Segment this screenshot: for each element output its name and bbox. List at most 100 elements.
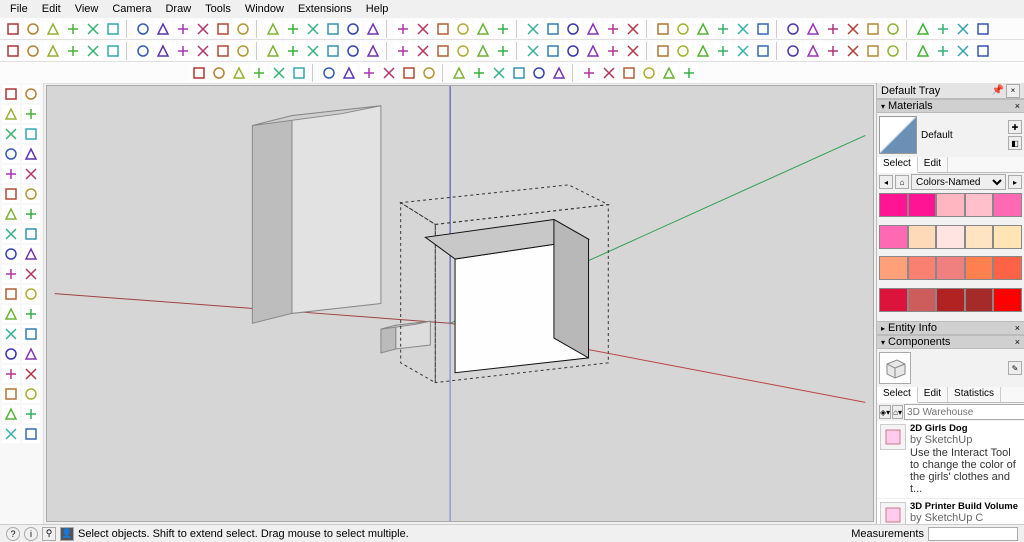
toolbar-button[interactable] <box>434 20 452 38</box>
toolbar-button[interactable] <box>804 42 822 60</box>
toolbar-button[interactable] <box>694 20 712 38</box>
toolbar-button[interactable] <box>24 20 42 38</box>
current-material-swatch[interactable] <box>879 116 917 154</box>
search-input[interactable] <box>904 404 1024 420</box>
toolbar-button[interactable] <box>494 20 512 38</box>
toolbar-button[interactable] <box>304 20 322 38</box>
toolbar-button[interactable] <box>290 64 308 82</box>
toolbar-button[interactable] <box>754 42 772 60</box>
toolbar-button[interactable] <box>510 64 528 82</box>
tray-pin-icon[interactable]: 📌 <box>992 85 1004 96</box>
toolbar-button[interactable] <box>824 20 842 38</box>
toolbar-button[interactable] <box>2 225 20 243</box>
toolbar-button[interactable] <box>324 42 342 60</box>
components-panel-header[interactable]: ▾ Components × <box>877 335 1024 349</box>
toolbar-button[interactable] <box>22 245 40 263</box>
toolbar-button[interactable] <box>680 64 698 82</box>
color-swatch[interactable] <box>965 256 994 280</box>
color-swatch[interactable] <box>993 193 1022 217</box>
toolbar-button[interactable] <box>84 20 102 38</box>
toolbar-button[interactable] <box>884 42 902 60</box>
toolbar-button[interactable] <box>214 20 232 38</box>
toolbar-button[interactable] <box>714 42 732 60</box>
toolbar-button[interactable] <box>230 64 248 82</box>
toolbar-button[interactable] <box>580 64 598 82</box>
toolbar-button[interactable] <box>214 42 232 60</box>
toolbar-button[interactable] <box>524 20 542 38</box>
toolbar-button[interactable] <box>474 20 492 38</box>
materials-panel-header[interactable]: ▾ Materials × <box>877 99 1024 113</box>
toolbar-button[interactable] <box>2 165 20 183</box>
tab-select[interactable]: Select <box>877 157 918 173</box>
toolbar-button[interactable] <box>494 42 512 60</box>
color-swatch[interactable] <box>908 256 937 280</box>
menu-view[interactable]: View <box>69 1 105 17</box>
toolbar-button[interactable] <box>174 20 192 38</box>
toolbar-button[interactable] <box>264 20 282 38</box>
menu-camera[interactable]: Camera <box>106 1 157 17</box>
toolbar-button[interactable] <box>2 185 20 203</box>
menu-help[interactable]: Help <box>360 1 395 17</box>
toolbar-button[interactable] <box>2 125 20 143</box>
toolbar-button[interactable] <box>420 64 438 82</box>
toolbar-button[interactable] <box>22 85 40 103</box>
toolbar-button[interactable] <box>654 42 672 60</box>
toolbar-button[interactable] <box>154 20 172 38</box>
color-swatch[interactable] <box>879 256 908 280</box>
color-swatch[interactable] <box>936 288 965 312</box>
toolbar-button[interactable] <box>22 385 40 403</box>
toolbar-button[interactable] <box>674 20 692 38</box>
toolbar-button[interactable] <box>22 105 40 123</box>
toolbar-button[interactable] <box>22 165 40 183</box>
toolbar-button[interactable] <box>914 20 932 38</box>
color-swatch[interactable] <box>993 225 1022 249</box>
toolbar-button[interactable] <box>914 42 932 60</box>
toolbar-button[interactable] <box>604 20 622 38</box>
toolbar-button[interactable] <box>4 42 22 60</box>
toolbar-button[interactable] <box>2 425 20 443</box>
toolbar-button[interactable] <box>974 42 992 60</box>
toolbar-button[interactable] <box>344 20 362 38</box>
toolbar-button[interactable] <box>22 285 40 303</box>
toolbar-button[interactable] <box>2 105 20 123</box>
toolbar-button[interactable] <box>22 325 40 343</box>
tray-close-icon[interactable]: × <box>1006 84 1020 98</box>
toolbar-button[interactable] <box>2 345 20 363</box>
toolbar-button[interactable] <box>974 20 992 38</box>
panel-close-icon[interactable]: × <box>1015 323 1020 333</box>
toolbar-button[interactable] <box>2 85 20 103</box>
measurements-input[interactable] <box>928 527 1018 541</box>
toolbar-button[interactable] <box>2 365 20 383</box>
menu-draw[interactable]: Draw <box>159 1 197 17</box>
color-swatch[interactable] <box>908 225 937 249</box>
material-default-icon[interactable]: ◧ <box>1008 136 1022 150</box>
toolbar-button[interactable] <box>470 64 488 82</box>
toolbar-button[interactable] <box>754 20 772 38</box>
nav-dropdown-icon[interactable]: ◈▾ <box>879 405 891 419</box>
toolbar-button[interactable] <box>454 20 472 38</box>
toolbar-button[interactable] <box>624 42 642 60</box>
list-item[interactable]: 3D Printer Build Volumeby SketchUp CThis… <box>877 499 1024 524</box>
toolbar-button[interactable] <box>64 20 82 38</box>
tab-edit[interactable]: Edit <box>918 157 948 172</box>
toolbar-button[interactable] <box>804 20 822 38</box>
toolbar-button[interactable] <box>624 20 642 38</box>
color-swatch[interactable] <box>936 225 965 249</box>
toolbar-button[interactable] <box>44 20 62 38</box>
toolbar-button[interactable] <box>414 20 432 38</box>
toolbar-button[interactable] <box>564 20 582 38</box>
toolbar-button[interactable] <box>434 42 452 60</box>
info-icon[interactable]: i <box>24 527 38 541</box>
color-swatch[interactable] <box>965 193 994 217</box>
component-thumb[interactable] <box>879 352 911 384</box>
color-swatch[interactable] <box>908 193 937 217</box>
toolbar-button[interactable] <box>784 20 802 38</box>
toolbar-button[interactable] <box>190 64 208 82</box>
panel-close-icon[interactable]: × <box>1015 101 1020 111</box>
toolbar-button[interactable] <box>234 20 252 38</box>
toolbar-button[interactable] <box>550 64 568 82</box>
toolbar-button[interactable] <box>2 385 20 403</box>
toolbar-button[interactable] <box>414 42 432 60</box>
tab-comp-statistics[interactable]: Statistics <box>948 387 1001 402</box>
toolbar-button[interactable] <box>394 42 412 60</box>
